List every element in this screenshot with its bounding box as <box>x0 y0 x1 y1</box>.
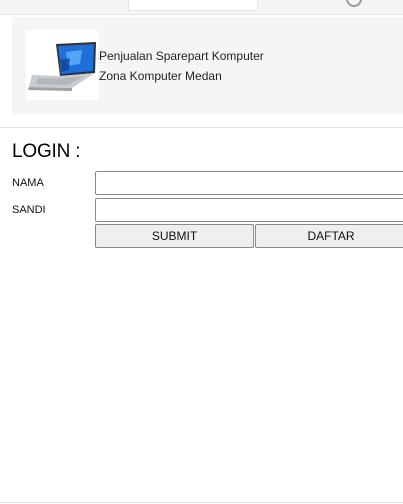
footer-divider <box>0 502 403 503</box>
top-bar <box>0 0 403 15</box>
nama-input[interactable] <box>95 171 403 195</box>
store-name: Penjualan Sparepart Komputer <box>99 49 264 63</box>
sandi-input[interactable] <box>95 198 403 222</box>
laptop-icon <box>26 30 98 100</box>
laptop-logo-image <box>28 42 96 91</box>
sandi-label: SANDI <box>12 204 46 216</box>
store-location: Zona Komputer Medan <box>99 69 222 83</box>
daftar-button[interactable]: DAFTAR <box>255 224 403 248</box>
login-title: LOGIN : <box>12 141 81 162</box>
nama-label: NAMA <box>12 177 44 189</box>
top-search-field[interactable] <box>128 0 258 11</box>
search-icon[interactable] <box>346 0 362 7</box>
header-divider <box>0 127 403 128</box>
submit-button[interactable]: SUBMIT <box>95 224 254 248</box>
